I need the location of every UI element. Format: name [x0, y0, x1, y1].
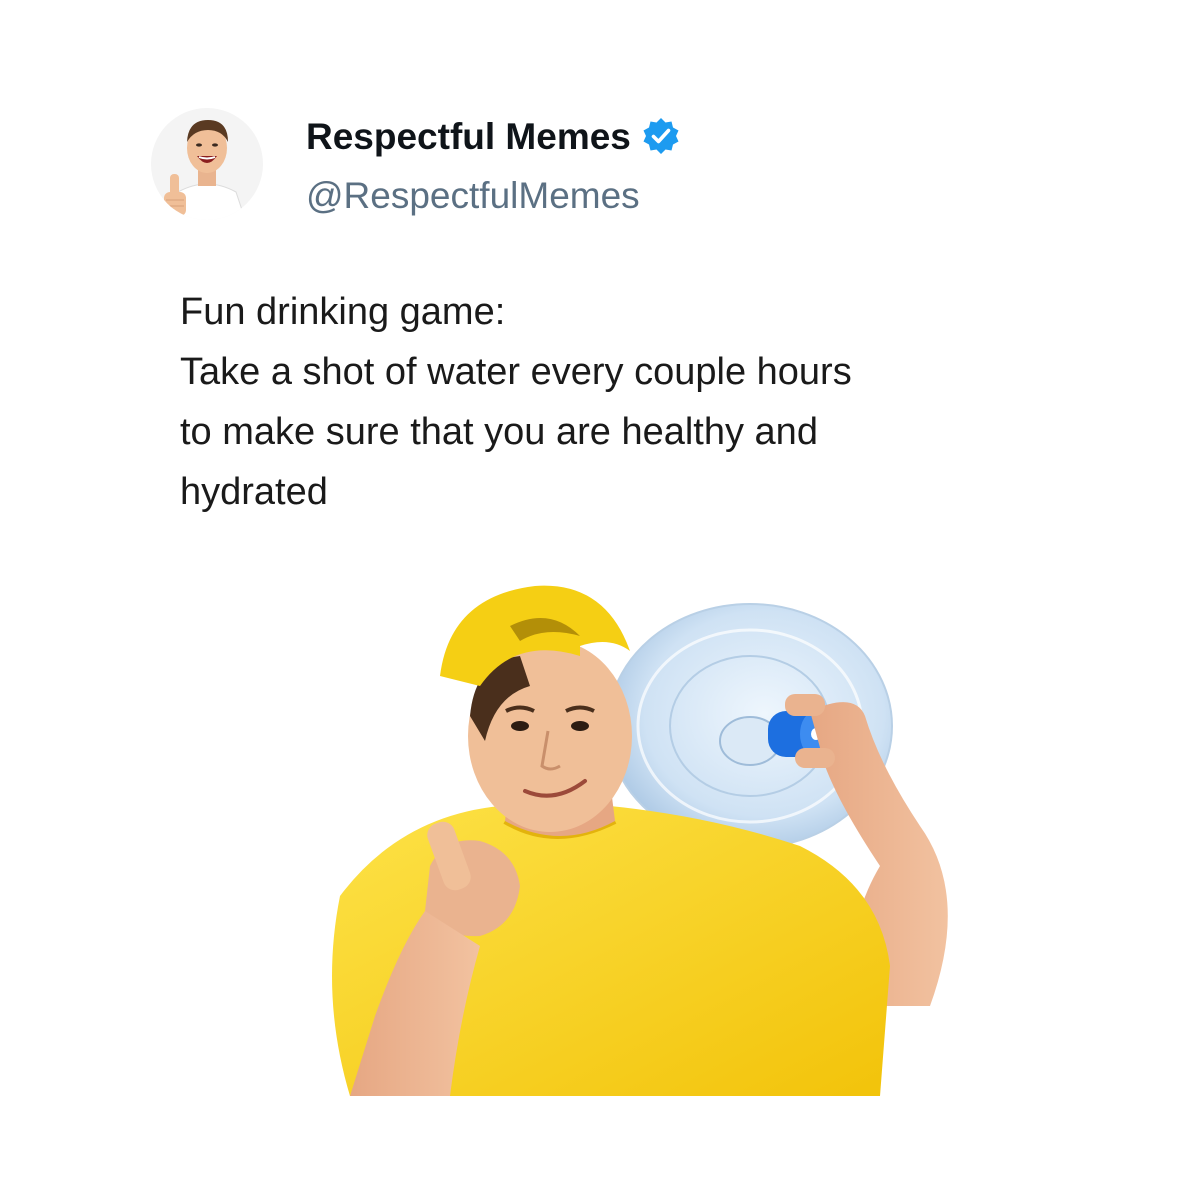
avatar[interactable] — [148, 100, 266, 228]
tweet-text: Fun drinking game: Take a shot of water … — [180, 282, 1060, 522]
account-handle[interactable]: @RespectfulMemes — [306, 177, 640, 214]
tweet-line: to make sure that you are healthy and — [180, 411, 818, 453]
tweet-line: hydrated — [180, 471, 328, 513]
verified-badge-icon — [643, 118, 679, 154]
display-name[interactable]: Respectful Memes — [306, 116, 681, 156]
tweet-line: Take a shot of water every couple hours — [180, 351, 852, 393]
display-name-text[interactable]: Respectful Memes — [306, 118, 631, 155]
tweet-line: Fun drinking game: — [180, 291, 506, 333]
tweet-media-image[interactable] — [280, 566, 1070, 1096]
